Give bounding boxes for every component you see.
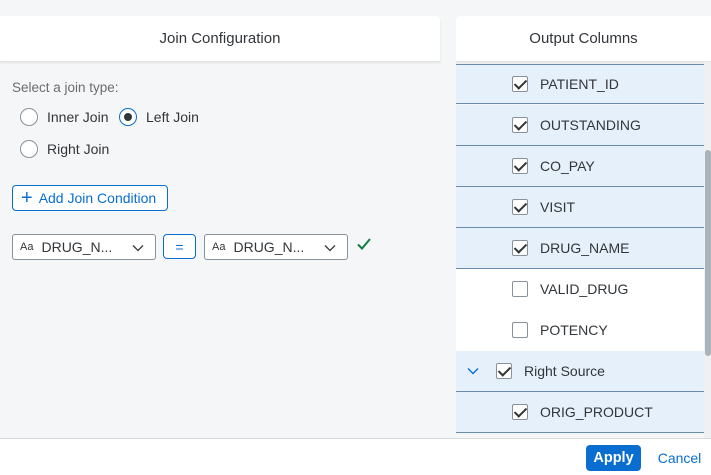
left-column-value: DRUG_N...	[41, 239, 113, 255]
add-join-condition-label: Add Join Condition	[38, 190, 157, 206]
column-row-valid-drug[interactable]: VALID_DRUG	[456, 269, 704, 310]
column-row-co-pay[interactable]: CO_PAY	[456, 146, 704, 187]
column-label: OUTSTANDING	[540, 117, 641, 133]
join-type-label: Select a join type:	[12, 80, 119, 95]
radio-inner-join[interactable]: Inner Join	[20, 108, 108, 126]
string-type-icon: Aa	[212, 241, 226, 253]
column-checkbox[interactable]	[512, 199, 528, 215]
column-label: POTENCY	[540, 322, 608, 338]
radio-label: Inner Join	[47, 109, 109, 125]
radio-circle[interactable]	[20, 140, 38, 158]
radio-label: Right Join	[47, 141, 110, 157]
output-columns-title: Output Columns	[456, 16, 711, 62]
column-label: VALID_DRUG	[540, 281, 629, 297]
join-operator-button[interactable]: =	[163, 234, 196, 259]
plus-icon: +	[21, 187, 33, 209]
radio-circle[interactable]	[20, 108, 38, 126]
right-column-value: DRUG_N...	[233, 239, 305, 255]
column-label: CO_PAY	[540, 158, 595, 174]
column-row-orig-product[interactable]: ORIG_PRODUCT	[456, 392, 704, 433]
apply-button[interactable]: Apply	[586, 445, 641, 471]
join-configuration-panel: Join Configuration Select a join type: I…	[0, 16, 440, 438]
left-column-select[interactable]: Aa DRUG_N...	[12, 234, 156, 260]
column-row-patient-id[interactable]: PATIENT_ID	[456, 64, 704, 104]
column-row-visit[interactable]: VISIT	[456, 187, 704, 228]
column-checkbox[interactable]	[512, 117, 528, 133]
column-checkbox[interactable]	[512, 76, 528, 92]
chevron-down-icon[interactable]	[466, 364, 480, 378]
radio-right-join[interactable]: Right Join	[20, 140, 109, 158]
column-checkbox[interactable]	[512, 404, 528, 420]
column-row-outstanding[interactable]: OUTSTANDING	[456, 105, 704, 146]
group-checkbox[interactable]	[496, 363, 512, 379]
column-row-drug-name[interactable]: DRUG_NAME	[456, 228, 704, 269]
column-label: DRUG_NAME	[540, 240, 630, 256]
string-type-icon: Aa	[20, 241, 34, 253]
radio-label: Left Join	[146, 109, 199, 125]
scrollbar-thumb[interactable]	[705, 150, 711, 356]
chevron-down-icon	[132, 245, 144, 252]
cancel-button[interactable]: Cancel	[652, 445, 707, 471]
add-join-condition-button[interactable]: + Add Join Condition	[12, 185, 168, 211]
group-label: Right Source	[524, 363, 605, 379]
column-label: PATIENT_ID	[540, 76, 619, 92]
group-row-right-source[interactable]: Right Source	[456, 351, 704, 392]
join-configuration-title: Join Configuration	[0, 16, 440, 62]
radio-left-join[interactable]: Left Join	[119, 108, 199, 126]
valid-check-icon	[357, 238, 371, 250]
chevron-down-icon	[324, 245, 336, 252]
right-column-select[interactable]: Aa DRUG_N...	[204, 234, 348, 260]
column-checkbox[interactable]	[512, 322, 528, 338]
output-columns-panel: Output Columns PATIENT_ID OUTSTANDING CO…	[456, 16, 711, 438]
radio-circle-checked[interactable]	[119, 108, 137, 126]
column-checkbox[interactable]	[512, 240, 528, 256]
column-label: ORIG_PRODUCT	[540, 404, 653, 420]
column-label: VISIT	[540, 199, 576, 215]
column-checkbox[interactable]	[512, 281, 528, 297]
column-row-potency[interactable]: POTENCY	[456, 310, 704, 351]
column-checkbox[interactable]	[512, 158, 528, 174]
